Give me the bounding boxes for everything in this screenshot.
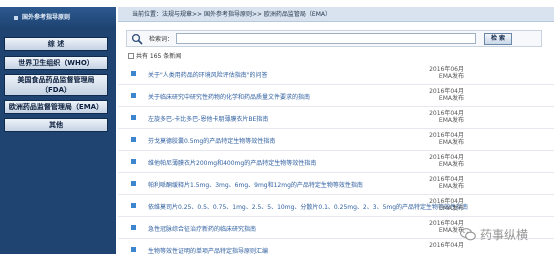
article-title[interactable]: 关于"人类用药品的环境风险评估指南"的问答 <box>148 70 268 79</box>
magnifier-icon <box>131 33 143 45</box>
sidebar-title-bullet-icon <box>14 15 18 20</box>
sidebar-item-label: 综 述 <box>47 40 65 48</box>
sidebar-item-ema[interactable]: 欧洲药品监督管理局（EMA） <box>4 100 108 114</box>
sidebar-item-label: 其他 <box>49 121 63 129</box>
article-title[interactable]: 依维莫司片0.25、0.5、0.75、1mg、2.5、5、10mg、分散片0.1… <box>148 202 468 211</box>
square-bullet-icon <box>131 93 136 98</box>
list-item[interactable]: 帕利哌酮缓释片1.5mg、3mg、6mg、9mg和12mg的产品特定生物等效性指… <box>118 173 554 195</box>
article-date: 2016年04月 EMA发布 <box>429 154 464 168</box>
search-input[interactable] <box>176 33 477 44</box>
square-bullet-icon <box>131 181 136 186</box>
chat-bubble-icon <box>460 228 476 241</box>
article-title[interactable]: 帕利哌酮缓释片1.5mg、3mg、6mg、9mg和12mg的产品特定生物等效性指… <box>148 180 363 189</box>
article-date: 2016年04月 <box>429 242 464 249</box>
list-item[interactable]: 芬戈莫德胶囊0.5mg的产品特定生物等效性指南 2016年04月 EMA发布 <box>118 129 554 151</box>
sidebar-item-label: 欧洲药品监督管理局（EMA） <box>8 103 104 111</box>
main-content: 当前位置：法规与规章>> 国外参考指导原则>> 欧洲药品监管局（EMA） 检索词… <box>118 7 554 254</box>
top-strip <box>0 0 554 7</box>
sidebar: 国外参考指导原则 综 述 世界卫生组织（WHO） 美国食品药品监督管理局（FDA… <box>0 7 116 254</box>
square-bullet-icon <box>131 115 136 120</box>
list-item[interactable]: 关于临床研究中研究性药物的化学和药品质量文件要求的指南 2016年04月 EMA发… <box>118 85 554 107</box>
watermark: 药事纵横 <box>460 226 528 243</box>
article-title[interactable]: 维他帕尼薄膜衣片200mg和400mg的产品特定生物等效性指南 <box>148 158 316 167</box>
checkbox-icon <box>128 52 134 59</box>
article-date: 2016年04月 EMA发布 <box>429 110 464 124</box>
square-bullet-icon <box>131 71 136 76</box>
article-title[interactable]: 左旋多巴-卡比多巴-恩他卡朋薄膜衣片BE指南 <box>148 114 268 123</box>
search-bar: 检索词： 检 索 <box>126 30 542 47</box>
article-date: 2016年04月 EMA发布 <box>429 220 464 234</box>
article-date: 2016年04月 EMA发布 <box>429 176 464 190</box>
article-title[interactable]: 急性冠脉综合征治疗新药的临床研究指南 <box>148 224 256 233</box>
square-bullet-icon <box>131 137 136 142</box>
sidebar-item-who[interactable]: 世界卫生组织（WHO） <box>4 56 108 70</box>
sidebar-item-other[interactable]: 其他 <box>4 118 108 132</box>
article-date: 2016年06月 EMA发布 <box>429 66 464 80</box>
article-date: 2016年04月 EMA发布 <box>429 132 464 146</box>
sidebar-item-label: 世界卫生组织（WHO） <box>18 59 94 67</box>
square-bullet-icon <box>131 247 136 252</box>
search-button[interactable]: 检 索 <box>484 32 513 45</box>
article-title[interactable]: 关于临床研究中研究性药物的化学和药品质量文件要求的指南 <box>148 92 310 101</box>
sidebar-item-fda[interactable]: 美国食品药品监督管理局（FDA） <box>4 74 108 96</box>
list-item[interactable]: 关于"人类用药品的环境风险评估指南"的问答 2016年06月 EMA发布 <box>118 63 554 85</box>
square-bullet-icon <box>131 159 136 164</box>
article-date: 2016年04月 EMA发布 <box>429 198 464 212</box>
square-bullet-icon <box>131 225 136 230</box>
news-count: 共有 165 条新闻 <box>128 51 181 60</box>
sidebar-item-overview[interactable]: 综 述 <box>4 37 108 51</box>
breadcrumb: 当前位置：法规与规章>> 国外参考指导原则>> 欧洲药品监管局（EMA） <box>118 7 554 22</box>
article-title[interactable]: 生物等效性证明的单项产品特定指导原则汇编 <box>148 246 268 254</box>
search-label: 检索词： <box>149 36 174 43</box>
sidebar-title: 国外参考指导原则 <box>0 7 116 29</box>
sidebar-item-label: 美国食品药品监督管理局（FDA） <box>17 76 95 94</box>
article-date: 2016年04月 EMA发布 <box>429 88 464 102</box>
list-item[interactable]: 左旋多巴-卡比多巴-恩他卡朋薄膜衣片BE指南 2016年04月 EMA发布 <box>118 107 554 129</box>
watermark-text: 药事纵横 <box>480 228 529 242</box>
list-item[interactable]: 依维莫司片0.25、0.5、0.75、1mg、2.5、5、10mg、分散片0.1… <box>118 195 554 217</box>
list-item[interactable]: 维他帕尼薄膜衣片200mg和400mg的产品特定生物等效性指南 2016年04月… <box>118 151 554 173</box>
news-count-label: 共有 165 条新闻 <box>136 53 182 60</box>
square-bullet-icon <box>131 203 136 208</box>
article-title[interactable]: 芬戈莫德胶囊0.5mg的产品特定生物等效性指南 <box>148 136 275 145</box>
